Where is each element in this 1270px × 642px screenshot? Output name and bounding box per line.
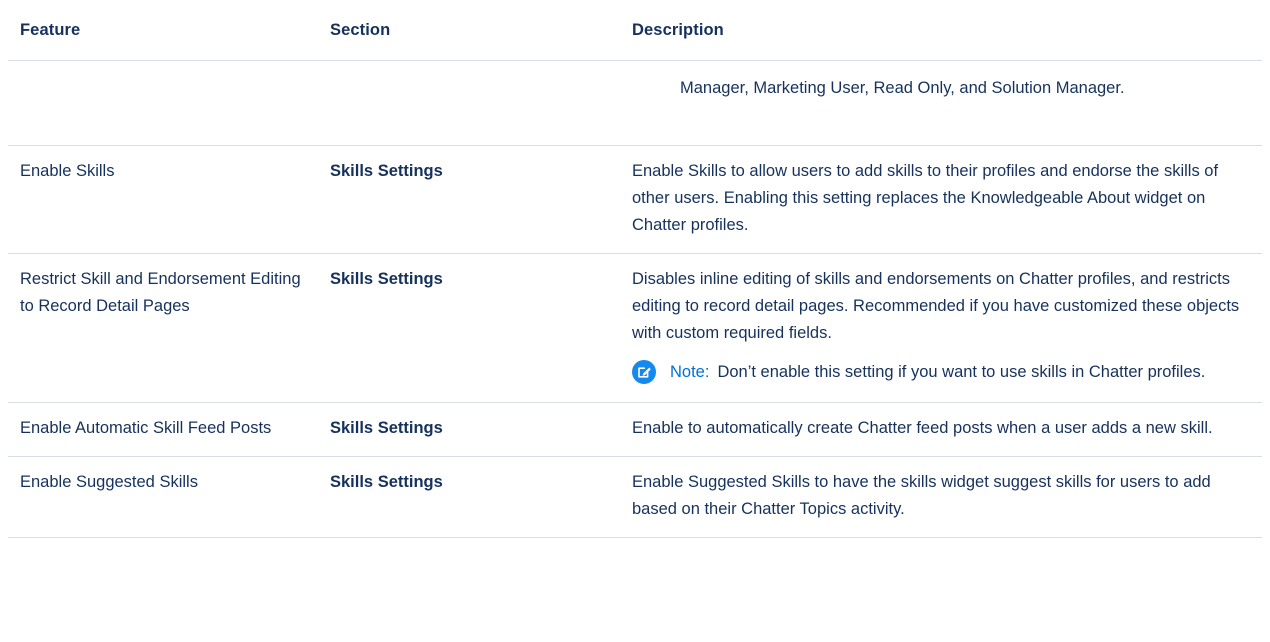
header-feature: Feature bbox=[8, 0, 318, 61]
note-label: Note: bbox=[670, 363, 710, 381]
description-cell: Enable to automatically create Chatter f… bbox=[620, 402, 1262, 457]
note-text: Don’t enable this setting if you want to… bbox=[717, 363, 1206, 381]
continuation-text: Manager, Marketing User, Read Only, and … bbox=[680, 79, 1125, 97]
header-row: Feature Section Description bbox=[8, 0, 1262, 61]
section-cell: Skills Settings bbox=[318, 253, 620, 403]
note-edit-icon bbox=[632, 360, 656, 384]
table-header: Feature Section Description bbox=[8, 0, 1262, 61]
section-cell: Skills Settings bbox=[318, 145, 620, 254]
section-cell: Skills Settings bbox=[318, 456, 620, 538]
description-text: Disables inline editing of skills and en… bbox=[632, 270, 1240, 342]
table-row: Enable Suggested Skills Skills Settings … bbox=[8, 456, 1262, 538]
feature-cell-empty bbox=[8, 60, 318, 146]
description-cell: Disables inline editing of skills and en… bbox=[620, 253, 1262, 403]
feature-cell: Enable Skills bbox=[8, 145, 318, 254]
header-section: Section bbox=[318, 0, 620, 61]
note-callout: Note: Don’t enable this setting if you wa… bbox=[632, 359, 1250, 388]
feature-settings-table: Feature Section Description Manager, Mar… bbox=[8, 0, 1262, 538]
table-row: Enable Automatic Skill Feed Posts Skills… bbox=[8, 402, 1262, 457]
feature-cell: Enable Suggested Skills bbox=[8, 456, 318, 538]
table-row: Restrict Skill and Endorsement Editing t… bbox=[8, 253, 1262, 403]
table-body: Manager, Marketing User, Read Only, and … bbox=[8, 60, 1262, 538]
feature-cell: Restrict Skill and Endorsement Editing t… bbox=[8, 253, 318, 403]
feature-cell: Enable Automatic Skill Feed Posts bbox=[8, 402, 318, 457]
note-content: Note: Don’t enable this setting if you wa… bbox=[670, 359, 1205, 386]
section-cell: Skills Settings bbox=[318, 402, 620, 457]
header-description: Description bbox=[620, 0, 1262, 61]
description-cell: Manager, Marketing User, Read Only, and … bbox=[620, 60, 1262, 146]
description-cell: Enable Suggested Skills to have the skil… bbox=[620, 456, 1262, 538]
section-cell-empty bbox=[318, 60, 620, 146]
description-cell: Enable Skills to allow users to add skil… bbox=[620, 145, 1262, 254]
table-row: Enable Skills Skills Settings Enable Ski… bbox=[8, 145, 1262, 254]
table-row-continuation: Manager, Marketing User, Read Only, and … bbox=[8, 60, 1262, 146]
